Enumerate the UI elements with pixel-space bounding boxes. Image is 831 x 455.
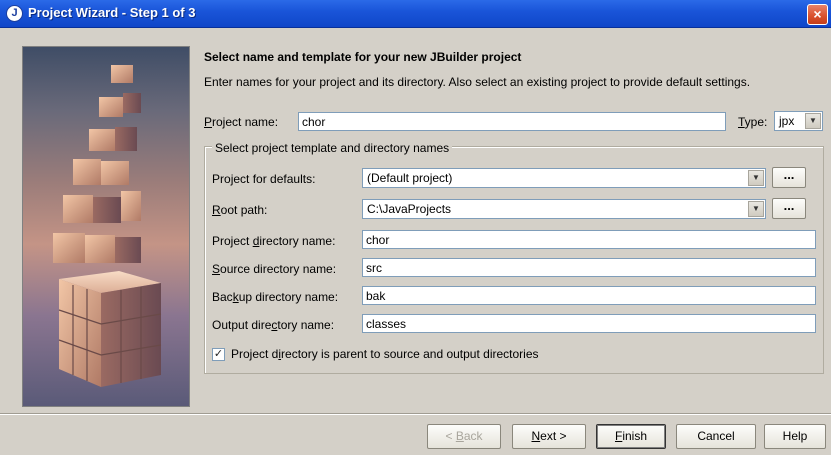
title-bar: J Project Wizard - Step 1 of 3 × xyxy=(0,0,831,28)
close-button[interactable]: × xyxy=(807,4,828,25)
project-defaults-value: (Default project) xyxy=(367,171,453,185)
source-dir-label: Source directory name: xyxy=(212,262,337,276)
type-label: Type: xyxy=(738,115,768,129)
project-defaults-select[interactable]: (Default project) ▼ xyxy=(362,168,766,188)
help-button[interactable]: Help xyxy=(764,424,826,449)
project-name-label: Project name: xyxy=(204,115,279,129)
finish-button[interactable]: Finish xyxy=(596,424,666,449)
chevron-down-icon[interactable]: ▼ xyxy=(748,170,764,186)
project-name-input[interactable] xyxy=(298,112,726,131)
type-select-value: jpx xyxy=(779,114,795,128)
type-select[interactable]: jpx ▼ xyxy=(774,111,823,131)
backup-dir-label: Backup directory name: xyxy=(212,290,339,304)
backup-dir-input[interactable] xyxy=(362,286,816,305)
jbuilder-logo-icon: J xyxy=(6,5,23,22)
wizard-description: Enter names for your project and its dir… xyxy=(204,75,751,89)
project-defaults-label: Project for defaults: xyxy=(212,172,316,186)
cancel-button[interactable]: Cancel xyxy=(676,424,756,449)
footer-separator xyxy=(0,413,831,415)
parent-dir-checkbox-label[interactable]: Project directory is parent to source an… xyxy=(231,347,539,361)
window-title: Project Wizard - Step 1 of 3 xyxy=(28,5,196,20)
output-dir-label: Output directory name: xyxy=(212,318,335,332)
root-path-browse-button[interactable]: ... xyxy=(772,198,806,219)
group-title: Select project template and directory na… xyxy=(212,141,453,155)
chevron-down-icon[interactable]: ▼ xyxy=(805,113,821,129)
cube-stack xyxy=(53,65,162,387)
output-dir-input[interactable] xyxy=(362,314,816,333)
next-button[interactable]: Next > xyxy=(512,424,586,449)
wizard-heading: Select name and template for your new JB… xyxy=(204,50,522,64)
project-defaults-browse-button[interactable]: ... xyxy=(772,167,806,188)
source-dir-input[interactable] xyxy=(362,258,816,277)
back-button[interactable]: < Back xyxy=(427,424,501,449)
project-dir-label: Project directory name: xyxy=(212,234,336,248)
root-path-value: C:\JavaProjects xyxy=(367,202,452,216)
project-dir-input[interactable] xyxy=(362,230,816,249)
parent-dir-checkbox[interactable]: ✓ xyxy=(212,348,225,361)
root-path-label: Root path: xyxy=(212,203,268,217)
chevron-down-icon[interactable]: ▼ xyxy=(748,201,764,217)
wizard-illustration xyxy=(22,46,190,407)
root-path-select[interactable]: C:\JavaProjects ▼ xyxy=(362,199,766,219)
